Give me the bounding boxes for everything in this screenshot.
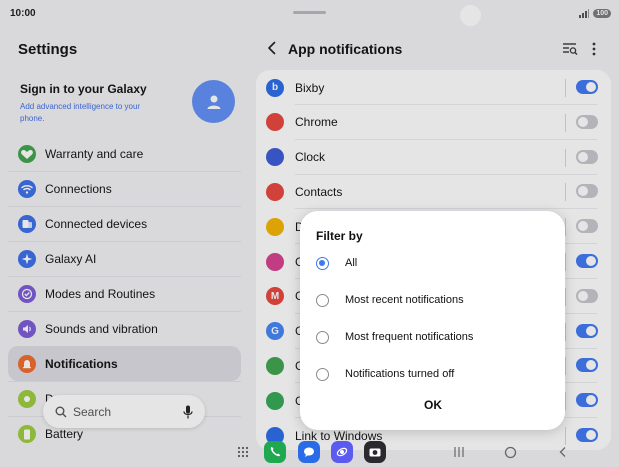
filter-option[interactable]: Most recent notifications: [316, 289, 556, 311]
filter-option-label: All: [345, 257, 358, 269]
messages-icon[interactable]: [298, 441, 320, 463]
dialog-title: Filter by: [316, 229, 363, 243]
home-button[interactable]: [502, 444, 518, 460]
phone-icon[interactable]: [264, 441, 286, 463]
ok-button[interactable]: OK: [408, 395, 458, 415]
filter-option[interactable]: Most frequent notifications: [316, 326, 556, 348]
filter-option-label: Most recent notifications: [345, 294, 464, 306]
radio-button[interactable]: [316, 293, 329, 307]
recents-button[interactable]: [451, 444, 467, 460]
radio-button[interactable]: [316, 330, 329, 344]
filter-option[interactable]: All: [316, 252, 556, 274]
home-icon: [504, 446, 516, 458]
camera-icon[interactable]: [364, 441, 386, 463]
nav-back-icon: [559, 447, 566, 457]
filter-option-label: Most frequent notifications: [345, 331, 474, 343]
back-button[interactable]: [555, 444, 571, 460]
radio-button[interactable]: [316, 367, 329, 381]
filter-dialog: Filter by All Most recent notifications Mo…: [300, 211, 565, 430]
filter-option-label: Notifications turned off: [345, 368, 455, 380]
app-drawer-icon[interactable]: [237, 446, 249, 458]
filter-option[interactable]: Notifications turned off: [316, 363, 556, 385]
radio-button[interactable]: [316, 256, 329, 270]
internet-icon[interactable]: [331, 441, 353, 463]
recents-icon: [454, 447, 464, 457]
navigation-bar: [0, 436, 619, 467]
